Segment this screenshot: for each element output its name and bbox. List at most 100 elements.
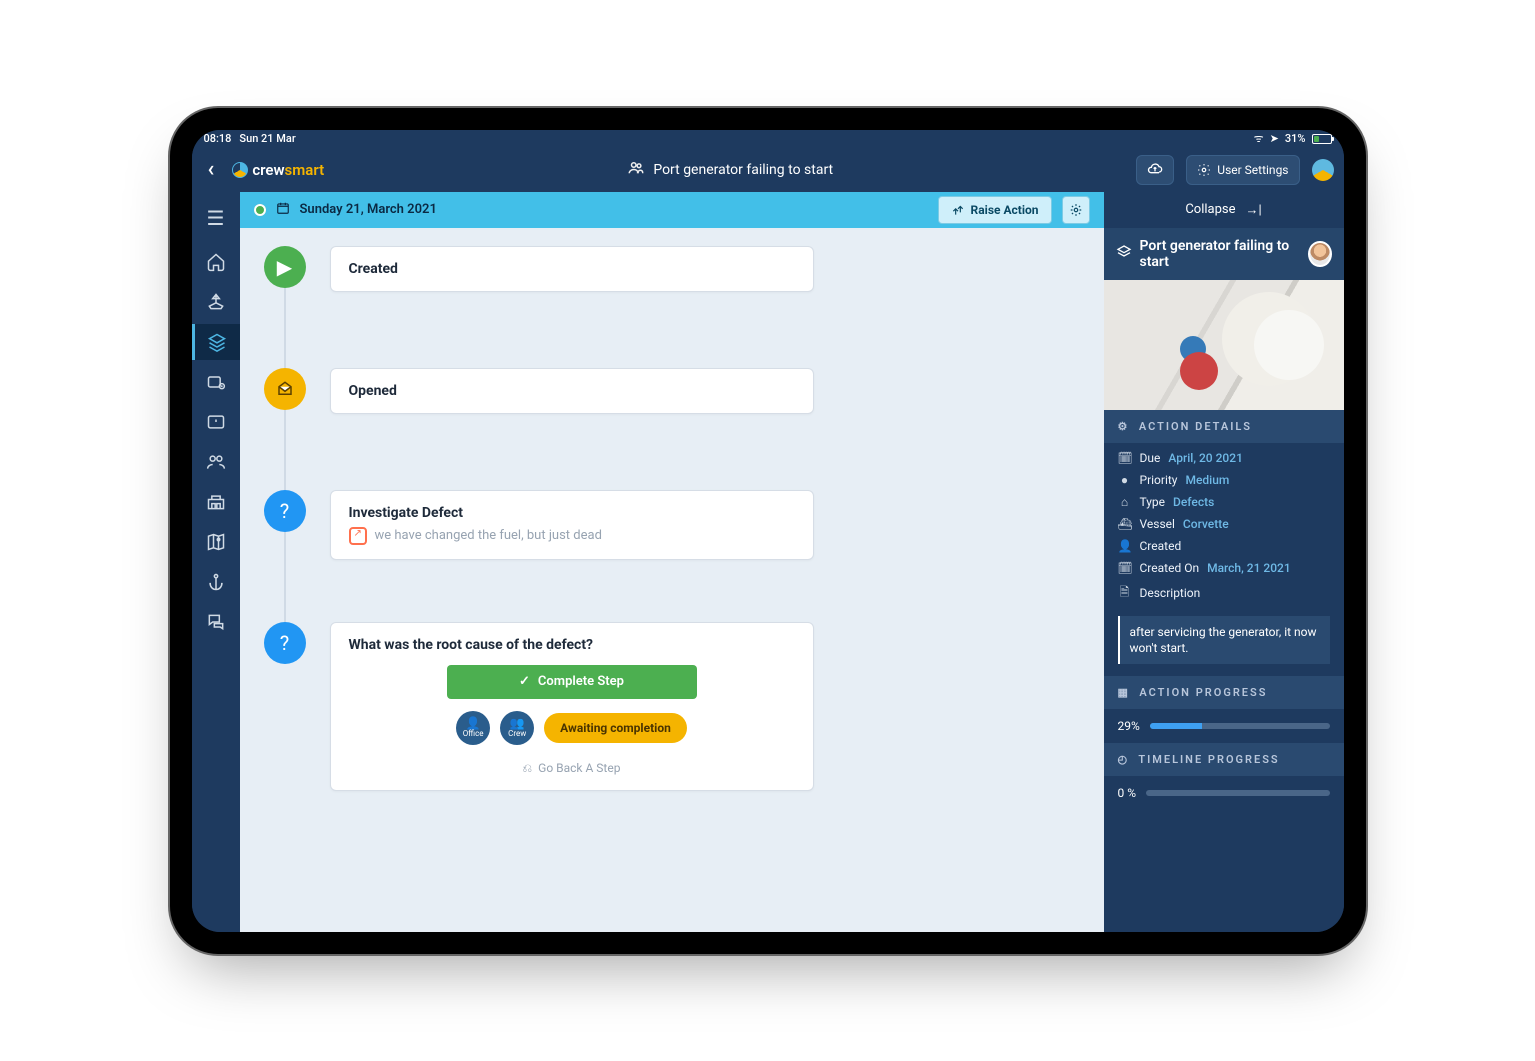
complete-step-button[interactable]: ✓ Complete Step — [447, 665, 697, 699]
nav-inventory[interactable] — [192, 484, 240, 520]
ios-status-bar: 08:18 Sun 21 Mar ᯤ ➤ 31% — [192, 130, 1344, 148]
detail-type: ⌂ Type Defects — [1118, 495, 1330, 509]
nav-alerts[interactable] — [192, 404, 240, 440]
vessel-label: Vessel — [1140, 517, 1175, 531]
user-settings-label: User Settings — [1217, 163, 1288, 177]
people-icon: 👥 — [510, 717, 525, 729]
role-office-label: Office — [463, 730, 484, 738]
app-header: ‹ crewsmart Port generator failing to st… — [192, 148, 1344, 192]
timeline-node-opened-icon — [264, 368, 306, 410]
collapse-icon: →| — [1245, 202, 1261, 218]
awaiting-label: Awaiting completion — [560, 721, 671, 735]
cloud-sync-button[interactable] — [1136, 155, 1174, 185]
created-label: Created — [1140, 539, 1182, 553]
role-badge-crew[interactable]: 👥 Crew — [500, 711, 534, 745]
check-icon: ✓ — [519, 674, 530, 689]
nav-tasks[interactable] — [192, 364, 240, 400]
circle-icon: ● — [1118, 473, 1132, 487]
layers-icon — [1116, 244, 1132, 264]
home-icon: ⌂ — [1118, 495, 1132, 509]
timeline-card-investigate[interactable]: Investigate Defect we have changed the f… — [330, 490, 814, 560]
ship-icon: ⛴ — [1118, 517, 1132, 531]
location-icon: ➤ — [1270, 132, 1279, 145]
brand-logo[interactable]: crewsmart — [232, 161, 324, 179]
timeline-investigate-title: Investigate Defect — [349, 505, 795, 521]
back-button[interactable]: ‹ — [202, 157, 221, 182]
section-timeline-progress-label: TIMELINE PROGRESS — [1138, 753, 1279, 766]
panel-title-row: Port generator failing to start — [1104, 228, 1344, 280]
raise-action-label: Raise Action — [971, 203, 1039, 217]
action-progress-pct: 29% — [1118, 719, 1140, 733]
description-label: Description — [1140, 586, 1201, 600]
due-value: April, 20 2021 — [1168, 451, 1243, 465]
timeline-card-created[interactable]: Created — [330, 246, 814, 292]
page-title: Port generator failing to start — [653, 162, 833, 178]
priority-value: Medium — [1186, 473, 1230, 487]
brand-crew: crew — [252, 161, 284, 179]
timeline-card-rootcause: What was the root cause of the defect? ✓… — [330, 622, 814, 791]
created-on-label: Created On — [1140, 561, 1200, 575]
header-title: Port generator failing to start — [336, 159, 1124, 181]
person-icon: 👤 — [466, 717, 481, 729]
action-progress-bar — [1150, 723, 1330, 729]
person-icon: 👤 — [1118, 539, 1132, 553]
raise-action-button[interactable]: Raise Action — [938, 196, 1052, 224]
collapse-button[interactable]: Collapse →| — [1104, 192, 1344, 228]
timeline-card-opened[interactable]: Opened — [330, 368, 814, 414]
detail-created-on: 🗓 Created On March, 21 2021 — [1118, 561, 1330, 575]
role-crew-label: Crew — [508, 730, 526, 738]
timeline-created-label: Created — [349, 261, 795, 277]
action-progress-row: 29% — [1104, 709, 1344, 743]
timeline-progress-bar — [1146, 790, 1329, 796]
detail-description: 🗎 Description — [1118, 583, 1330, 604]
priority-label: Priority — [1140, 473, 1178, 487]
group-icon — [627, 159, 645, 181]
assignee-avatar[interactable] — [1308, 241, 1331, 267]
timeline-rootcause-title: What was the root cause of the defect? — [349, 637, 795, 653]
go-back-step-button[interactable]: ⎌ Go Back A Step — [523, 761, 621, 776]
status-dot-icon — [254, 204, 266, 216]
group-icon: ⚙ — [1118, 420, 1130, 433]
nav-crew[interactable] — [192, 444, 240, 480]
collapse-label: Collapse — [1185, 202, 1235, 217]
timeline-node-rootcause-icon: ? — [264, 622, 306, 664]
nav-map[interactable] — [192, 524, 240, 560]
battery-icon — [1312, 134, 1332, 144]
awaiting-completion-pill: Awaiting completion — [544, 713, 687, 743]
menu-button[interactable]: ☰ — [192, 200, 240, 236]
timeline-node-investigate-icon: ? — [264, 490, 306, 532]
calendar-icon: 🗓 — [1118, 561, 1132, 575]
defect-image[interactable] — [1104, 280, 1344, 410]
complete-step-label: Complete Step — [538, 674, 624, 689]
nav-vessel[interactable] — [192, 284, 240, 320]
calendar-icon — [276, 201, 290, 219]
created-on-value: March, 21 2021 — [1207, 561, 1291, 575]
description-text: after servicing the generator, it now wo… — [1118, 616, 1330, 664]
nav-layers[interactable] — [192, 324, 240, 360]
due-label: Due — [1140, 451, 1161, 465]
view-settings-button[interactable] — [1062, 196, 1090, 224]
role-badge-office[interactable]: 👤 Office — [456, 711, 490, 745]
detail-due: 🗓 Due April, 20 2021 — [1118, 451, 1330, 465]
app-logo-icon[interactable] — [1312, 159, 1334, 181]
detail-vessel: ⛴ Vessel Corvette — [1118, 517, 1330, 531]
type-value: Defects — [1173, 495, 1214, 509]
detail-priority: ● Priority Medium — [1118, 473, 1330, 487]
nav-chat[interactable] — [192, 604, 240, 640]
left-nav: ☰ — [192, 192, 240, 932]
nav-anchor[interactable] — [192, 564, 240, 600]
go-back-label: Go Back A Step — [538, 761, 620, 775]
timeline-progress-pct: 0 % — [1118, 786, 1137, 800]
vessel-value: Corvette — [1183, 517, 1229, 531]
section-action-details: ⚙ ACTION DETAILS — [1104, 410, 1344, 443]
date-label: Sunday 21, March 2021 — [300, 202, 437, 217]
user-settings-button[interactable]: User Settings — [1186, 155, 1299, 185]
list-icon: ▦ — [1118, 686, 1130, 699]
wifi-icon: ᯤ — [1254, 131, 1264, 146]
timeline-investigate-note: we have changed the fuel, but just dead — [375, 528, 602, 543]
calendar-icon: 🗓 — [1118, 451, 1132, 465]
doc-icon: 🗎 — [1118, 583, 1132, 604]
nav-home[interactable] — [192, 244, 240, 280]
battery-pct: 31% — [1285, 132, 1306, 145]
timeline-opened-label: Opened — [349, 383, 795, 399]
